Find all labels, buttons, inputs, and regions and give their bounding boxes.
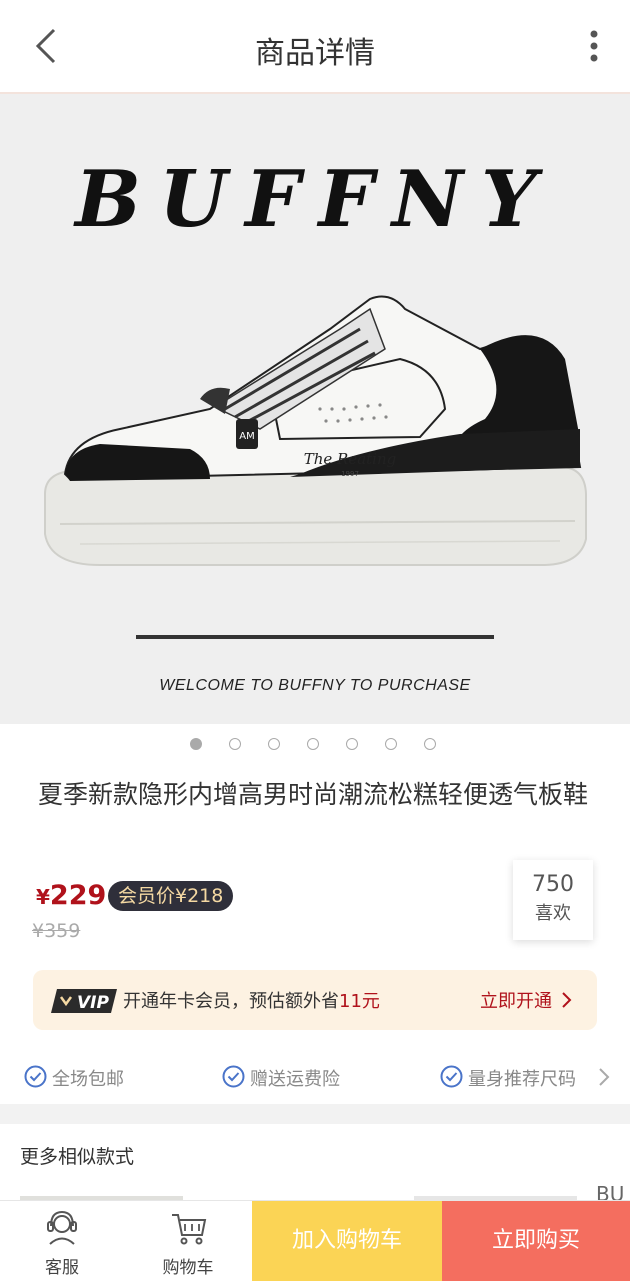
shoe-script-text: The Reating [304,450,397,468]
likes-count: 750 [532,872,574,897]
vip-badge-icon: VIP [51,989,117,1013]
bottom-action-bar: 客服 购物车 加入购物车 立即购买 [0,1200,630,1281]
sneaker-image: AM The Reating 1997 [44,295,587,566]
page-title: 商品详情 [255,36,375,71]
vip-membership-banner[interactable]: VIP 开通年卡会员，预估额外省11元 立即开通 [33,970,597,1030]
headset-icon [47,1210,77,1245]
vip-open-link[interactable]: 立即开通 [480,987,552,1013]
shoe-year-text: 1997 [341,470,359,478]
vip-promo-text: 开通年卡会员，预估额外省11元 [123,987,380,1013]
welcome-banner-text: WELCOME TO BUFFNY TO PURCHASE [159,677,471,694]
buy-now-button[interactable]: 立即购买 [442,1201,630,1281]
top-nav-bar: 商品详情 [0,0,630,94]
vip-badge-label: VIP [77,993,109,1013]
hero-divider-line [136,635,494,639]
shopping-cart-icon [172,1214,207,1245]
carousel-dot[interactable] [346,738,358,750]
service-label: 赠送运费险 [250,1069,340,1090]
customer-service-button[interactable]: 客服 [12,1201,112,1281]
vip-promo-main: 开通年卡会员，预估额外省 [123,991,339,1012]
check-circle-icon [24,1065,47,1088]
service-label: 量身推荐尺码 [468,1069,576,1090]
currency-symbol: ¥ [36,885,50,909]
current-price: ¥229 [36,880,106,911]
customer-service-label: 客服 [45,1258,79,1278]
carousel-dot[interactable] [229,738,241,750]
carousel-dot-active[interactable] [190,738,202,750]
carousel-dot[interactable] [307,738,319,750]
add-to-cart-button[interactable]: 加入购物车 [252,1201,442,1281]
product-image-carousel[interactable]: BUFFNY AM The Reating 1997 WELCOME TO BU… [0,94,630,724]
original-price: ¥359 [32,920,81,942]
more-options-icon[interactable] [578,28,610,64]
carousel-dot[interactable] [268,738,280,750]
chevron-right-icon [562,992,572,1008]
product-name: 夏季新款隐形内增高男时尚潮流松糕轻便透气板鞋 [38,780,589,809]
cart-label: 购物车 [162,1258,214,1278]
svg-text:AM: AM [239,431,254,442]
chevron-right-icon[interactable] [598,1067,610,1087]
brand-logo: BUFFNY [75,154,555,245]
member-price-badge: 会员价¥218 [108,881,234,911]
check-circle-icon [440,1065,463,1088]
likes-button[interactable]: 750 喜欢 [513,860,593,940]
similar-items-title: 更多相似款式 [20,1146,135,1168]
price-value: 229 [49,880,107,911]
vip-saving-amount: 11元 [339,991,380,1012]
carousel-dot[interactable] [385,738,397,750]
product-info-section: 夏季新款隐形内增高男时尚潮流松糕轻便透气板鞋 ¥229 会员价¥218 ¥359… [0,724,630,1104]
check-circle-icon [222,1065,245,1088]
likes-label: 喜欢 [535,903,571,924]
service-label: 全场包邮 [52,1069,124,1090]
carousel-dot[interactable] [424,738,436,750]
cart-button[interactable]: 购物车 [138,1201,238,1281]
